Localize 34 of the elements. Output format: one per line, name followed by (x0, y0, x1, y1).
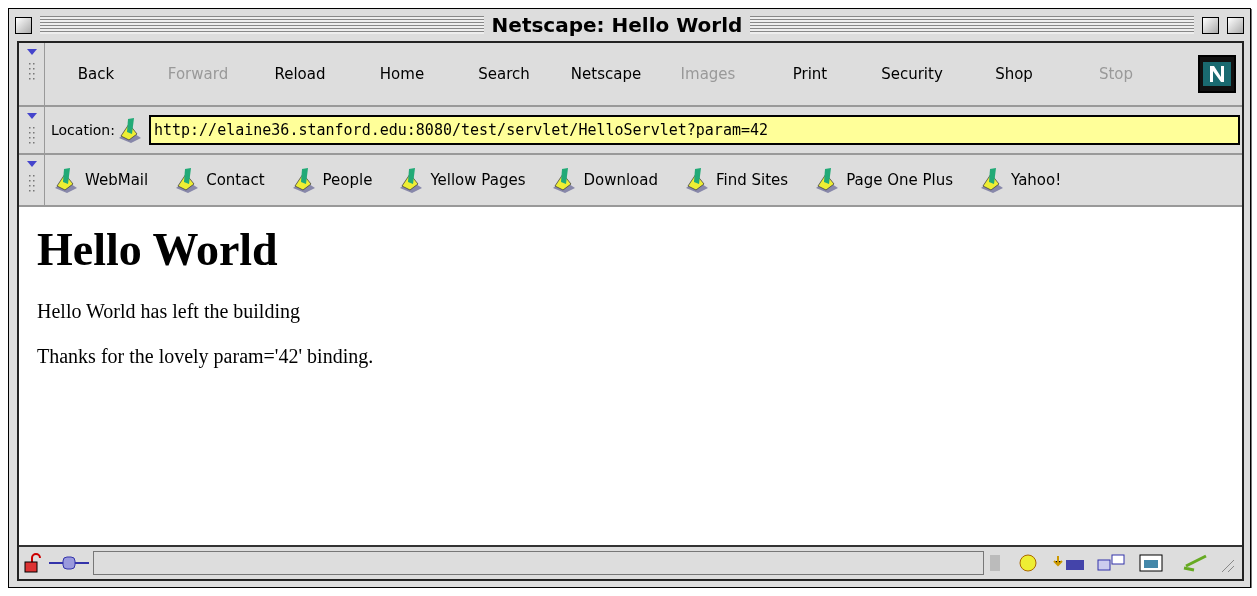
toolbar-button[interactable]: Reload (249, 65, 351, 83)
bookmark-link[interactable]: People (288, 166, 373, 194)
bookmark-link[interactable]: Yahoo! (977, 166, 1062, 194)
bookmark-link[interactable]: Find Sites (682, 166, 789, 194)
throbber-logo[interactable] (1198, 55, 1236, 93)
bookmark-link[interactable]: Page One Plus (812, 166, 954, 194)
grip-dots-icon (28, 125, 35, 145)
toolbar-button[interactable]: Search (453, 65, 555, 83)
bookmark-link[interactable]: Contact (172, 166, 265, 194)
toolbar-button[interactable]: Shop (963, 65, 1065, 83)
zoom-box[interactable] (1202, 16, 1219, 34)
page-heading: Hello World (37, 223, 279, 276)
toolbar-button[interactable]: Back (45, 65, 147, 83)
toolbar-button[interactable]: Print (759, 65, 861, 83)
bookmark-link[interactable]: Yellow Pages (396, 166, 526, 194)
collapse-box[interactable] (1227, 16, 1244, 34)
page-paragraph: Thanks for the lovely param='42' binding. (37, 345, 375, 368)
window-title: Netscape: Hello World (491, 13, 743, 37)
close-box[interactable] (15, 16, 32, 34)
url-field[interactable]: http://elaine36.stanford.edu:8080/test/servlet/HelloServlet?param=42 (148, 115, 1240, 145)
collapse-triangle-icon[interactable] (26, 113, 37, 119)
toolbar-button[interactable]: Home (351, 65, 453, 83)
page-paragraph: Hello World has left the building (37, 300, 301, 323)
grip-dots-icon (28, 173, 35, 193)
bookmark-link[interactable]: Download (549, 166, 658, 194)
grip-dots-icon (28, 61, 35, 81)
location-label: Location: (51, 122, 115, 138)
n-logo-icon (1203, 62, 1231, 86)
toolbar-button[interactable]: Netscape (555, 65, 657, 83)
plug-icon (49, 554, 89, 572)
collapse-triangle-icon[interactable] (26, 161, 37, 167)
toolbar-button[interactable]: Security (861, 65, 963, 83)
collapse-triangle-icon[interactable] (26, 49, 37, 55)
bookmark-link[interactable]: WebMail (51, 166, 149, 194)
